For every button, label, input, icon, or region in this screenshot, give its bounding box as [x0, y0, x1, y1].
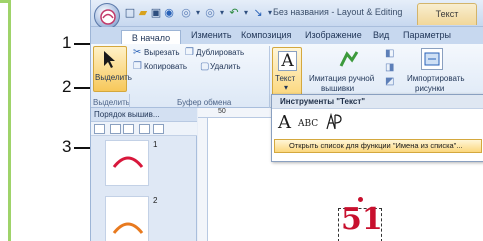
- menu-header: Инструменты "Текст": [272, 95, 483, 109]
- tab-options[interactable]: Параметры: [399, 27, 455, 44]
- new-file-icon[interactable]: □: [123, 6, 137, 19]
- ribbon-separator: [129, 94, 130, 108]
- select-button[interactable]: Выделить: [93, 46, 132, 92]
- text-dot-marker: [358, 197, 363, 202]
- scissors-icon: ✂: [133, 47, 142, 58]
- stitch-thumb-1[interactable]: [105, 140, 149, 186]
- open-names-list-menu-item[interactable]: Открыть список для функции "Имена из спи…: [274, 139, 482, 153]
- save-icon[interactable]: ▣: [149, 6, 163, 19]
- text-a-icon: A: [278, 51, 297, 71]
- duplicate-button[interactable]: Дублировать: [196, 48, 244, 57]
- tab-composition[interactable]: Композиция: [237, 27, 295, 44]
- stitch-thumb-2-number: 2: [153, 196, 158, 205]
- panel-tool-icon-3[interactable]: [123, 124, 134, 134]
- text-button-label: Текст: [275, 74, 296, 83]
- app-window: □ ▰ ▣ ◉ ◎ ▾ ◎ ▾ ↶ ▾ ↘ ▾ Без названия - L…: [90, 0, 483, 241]
- panel-toolbar: [91, 122, 197, 136]
- duplicate-icon: ❐: [185, 47, 194, 58]
- text-tool-abc[interactable]: ABC: [298, 119, 318, 129]
- arc-shape-icon: [112, 156, 144, 168]
- screenshot-root: 1 2 3 □ ▰ ▣ ◉ ◎ ▾ ◎ ▾ ↶ ▾ ↘ ▾ Без назван: [0, 0, 483, 241]
- stitch-thumb-2[interactable]: [105, 196, 149, 241]
- left-green-bar: [8, 0, 11, 241]
- tab-home[interactable]: В начало: [121, 30, 181, 45]
- app-menu-button[interactable]: [94, 3, 120, 29]
- open-folder-icon[interactable]: ▰: [136, 6, 150, 19]
- arrow-cursor-icon: [104, 51, 115, 68]
- delete-button[interactable]: Удалить: [210, 62, 241, 71]
- callout-2: 2: [62, 77, 72, 96]
- text-button[interactable]: A Текст ▾: [272, 47, 302, 97]
- arc-shape-icon-2: [112, 222, 144, 234]
- shape-tool-icon-2[interactable]: ◨: [385, 62, 394, 73]
- app-logo-icon: [100, 9, 116, 25]
- delete-icon: ▢: [200, 61, 210, 72]
- panel-title: Порядок вышив...: [91, 108, 197, 122]
- import-patterns-button[interactable]: Импортировать: [407, 74, 465, 83]
- callout-3: 3: [62, 137, 72, 156]
- window-title: Без названия - Layout & Editing: [273, 7, 403, 17]
- ribbon-separator-2: [269, 46, 270, 108]
- text-tools-menu: Инструменты "Текст" A ABC Открыть список…: [271, 94, 483, 162]
- text-button-chevron-icon: ▾: [284, 83, 289, 92]
- group-label-clipboard: Буфер обмена: [177, 98, 232, 107]
- tab-edit[interactable]: Изменить: [187, 27, 236, 44]
- panel-tool-icon-2[interactable]: [110, 124, 121, 134]
- panel-tool-icon-5[interactable]: [153, 124, 164, 134]
- stitch-order-panel: Порядок вышив... 1 2: [91, 108, 197, 241]
- cut-button[interactable]: Вырезать: [144, 48, 180, 57]
- hand-embroidery-button[interactable]: Имитация ручной: [309, 74, 374, 83]
- left-green-bar-top: [0, 0, 11, 3]
- group-label-select: Выделить: [93, 98, 130, 107]
- hand-embroidery-button-2: вышивки: [321, 84, 355, 93]
- tab-view[interactable]: Вид: [369, 27, 393, 44]
- stitch-thumb-1-number: 1: [153, 140, 158, 149]
- record-icon[interactable]: ◉: [162, 6, 176, 19]
- panel-tool-icon-4[interactable]: [139, 124, 150, 134]
- tab-image[interactable]: Изображение: [301, 27, 366, 44]
- shape-tool-icon-3[interactable]: ◩: [385, 76, 394, 87]
- text-tool-a-icon[interactable]: A: [278, 112, 291, 133]
- select-button-label: Выделить: [95, 73, 132, 82]
- copy-icon: ❐: [133, 61, 142, 72]
- import-patterns-button-2: рисунки: [415, 84, 445, 93]
- hand-embroidery-icon: [339, 50, 359, 70]
- panel-tool-icon-1[interactable]: [94, 124, 105, 134]
- canvas-text-51[interactable]: 51: [341, 204, 383, 236]
- title-bar: □ ▰ ▣ ◉ ◎ ▾ ◎ ▾ ↶ ▾ ↘ ▾ Без названия - L…: [91, 0, 483, 29]
- callout-1: 1: [62, 33, 72, 52]
- import-patterns-icon: [421, 48, 443, 70]
- text-tool-monogram-icon[interactable]: [324, 112, 344, 136]
- ruler-mark-label: 50: [218, 108, 226, 115]
- copy-button[interactable]: Копировать: [144, 62, 187, 71]
- context-tab-text[interactable]: Текст: [417, 3, 477, 25]
- shape-tool-icon[interactable]: ◧: [385, 48, 394, 59]
- ruler-vertical: [198, 118, 208, 241]
